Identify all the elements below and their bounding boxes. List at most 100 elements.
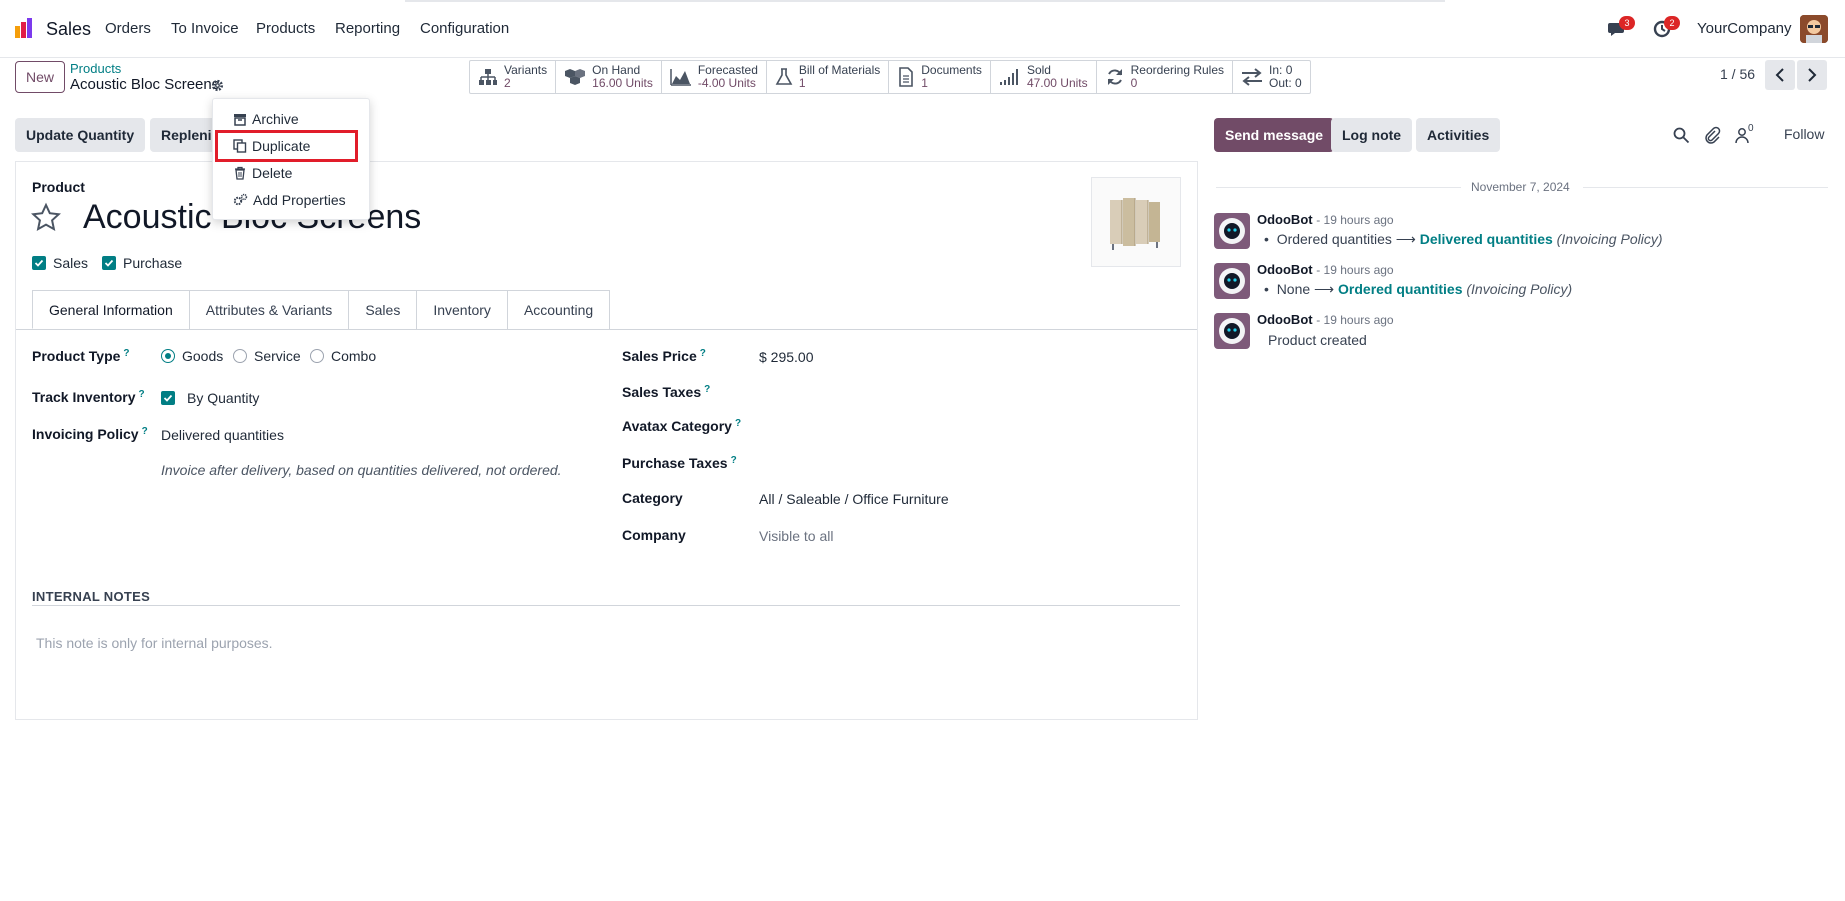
arrow-right-icon: ⟶ — [1395, 231, 1416, 247]
archive-menu-item[interactable]: Archive — [233, 111, 299, 127]
cubes-icon — [565, 69, 586, 85]
sales-price-field[interactable]: $ 295.00 — [759, 349, 814, 365]
paperclip-icon[interactable] — [1703, 126, 1721, 144]
product-image[interactable] — [1091, 177, 1181, 267]
forecasted-button[interactable]: Forecasted -4.00 Units — [662, 61, 767, 93]
favorite-star-icon[interactable] — [30, 202, 62, 234]
log-note-button[interactable]: Log note — [1331, 118, 1413, 152]
pager-next-button[interactable] — [1797, 60, 1827, 90]
menu-configuration[interactable]: Configuration — [420, 20, 509, 37]
delete-menu-item[interactable]: Delete — [233, 165, 292, 181]
check-icon — [163, 394, 173, 402]
variants-value: 2 — [504, 76, 511, 90]
pager-value[interactable]: 1 / 56 — [1720, 66, 1755, 82]
new-button[interactable]: New — [15, 61, 65, 93]
message-author[interactable]: OdooBot - 19 hours ago — [1257, 212, 1394, 227]
add-properties-menu-item[interactable]: Add Properties — [233, 192, 346, 208]
reordering-title: Reordering Rules — [1130, 63, 1225, 77]
signal-icon — [999, 69, 1018, 85]
notebook-tabs: General Information Attributes & Variant… — [32, 290, 611, 329]
on-hand-button[interactable]: On Hand 16.00 Units — [556, 61, 662, 93]
chevron-left-icon — [1775, 68, 1784, 82]
purchase-checkbox[interactable] — [102, 256, 116, 270]
tab-general-information[interactable]: General Information — [32, 290, 190, 329]
sales-checkbox-label[interactable]: Sales — [53, 255, 88, 271]
in-out-button[interactable]: In: 0 Out: 0 — [1233, 61, 1310, 93]
avatax-category-label: Avatax Category? — [622, 418, 742, 434]
product-type-service-label[interactable]: Service — [254, 348, 301, 364]
bom-value: 1 — [798, 76, 806, 90]
track-inventory-checkbox[interactable] — [161, 391, 175, 405]
forecasted-value: -4.00 Units — [697, 76, 756, 90]
bom-title: Bill of Materials — [798, 63, 881, 77]
odoobot-avatar[interactable] — [1214, 313, 1250, 349]
sales-taxes-label: Sales Taxes? — [622, 384, 711, 400]
tab-divider — [16, 329, 1197, 330]
product-type-combo-label[interactable]: Combo — [331, 348, 376, 364]
documents-button[interactable]: Documents 1 — [889, 61, 991, 93]
follow-button[interactable]: Follow — [1784, 126, 1824, 142]
purchase-checkbox-label[interactable]: Purchase — [123, 255, 182, 271]
breadcrumb-products[interactable]: Products — [70, 61, 121, 76]
duplicate-highlight-box — [215, 130, 358, 162]
replenish-button[interactable]: Repleni — [150, 118, 220, 152]
pager-previous-button[interactable] — [1765, 60, 1795, 90]
odoobot-avatar[interactable] — [1214, 213, 1250, 249]
send-message-button[interactable]: Send message — [1214, 118, 1335, 152]
check-icon — [104, 259, 114, 267]
sales-app-icon[interactable] — [14, 17, 36, 39]
invoicing-policy-field[interactable]: Delivered quantities — [161, 427, 284, 443]
tab-attributes-variants[interactable]: Attributes & Variants — [188, 290, 350, 329]
tab-accounting[interactable]: Accounting — [506, 290, 611, 329]
sales-checkbox[interactable] — [32, 256, 46, 270]
category-field[interactable]: All / Saleable / Office Furniture — [759, 491, 949, 507]
internal-notes-field[interactable]: This note is only for internal purposes. — [36, 635, 273, 651]
reordering-rules-button[interactable]: Reordering Rules 0 — [1097, 61, 1234, 93]
help-icon[interactable]: ? — [123, 348, 129, 359]
message-author[interactable]: OdooBot - 19 hours ago — [1257, 262, 1394, 277]
odoobot-avatar[interactable] — [1214, 263, 1250, 299]
archive-label: Archive — [252, 111, 299, 127]
tracking-change: • Ordered quantities ⟶ Delivered quantit… — [1264, 231, 1663, 247]
app-name[interactable]: Sales — [46, 19, 91, 40]
refresh-icon — [1107, 69, 1122, 85]
gear-icon[interactable] — [211, 79, 224, 92]
help-icon[interactable]: ? — [731, 455, 737, 466]
user-avatar[interactable] — [1800, 15, 1828, 43]
sold-button[interactable]: Sold 47.00 Units — [991, 61, 1097, 93]
trash-icon — [235, 166, 245, 180]
menu-products[interactable]: Products — [256, 20, 315, 37]
smart-buttons: Variants 2 On Hand 16.00 Units Forecasted -… — [469, 60, 1311, 94]
top-navbar: Sales Orders To Invoice Products Reporti… — [0, 0, 1845, 58]
bom-button[interactable]: Bill of Materials 1 — [767, 61, 890, 93]
product-type-goods-radio[interactable] — [161, 349, 175, 363]
track-inventory-mode[interactable]: By Quantity — [187, 390, 259, 406]
company-switcher[interactable]: YourCompany — [1697, 20, 1792, 37]
help-icon[interactable]: ? — [735, 418, 741, 429]
menu-orders[interactable]: Orders — [105, 20, 151, 37]
reordering-value: 0 — [1130, 76, 1138, 90]
documents-value: 1 — [921, 76, 928, 90]
help-icon[interactable]: ? — [139, 389, 145, 400]
help-icon[interactable]: ? — [704, 384, 710, 395]
product-type-goods-label[interactable]: Goods — [182, 348, 223, 364]
update-quantity-button[interactable]: Update Quantity — [15, 118, 146, 152]
tab-inventory[interactable]: Inventory — [416, 290, 508, 329]
company-field[interactable]: Visible to all — [759, 528, 833, 544]
product-type-combo-radio[interactable] — [310, 349, 324, 363]
message-author[interactable]: OdooBot - 19 hours ago — [1257, 312, 1394, 327]
date-separator-label: November 7, 2024 — [1471, 180, 1570, 194]
exchange-icon — [1242, 68, 1263, 86]
search-icon[interactable] — [1672, 126, 1690, 144]
variants-button[interactable]: Variants 2 — [470, 61, 557, 93]
menu-reporting[interactable]: Reporting — [335, 20, 400, 37]
archive-icon — [234, 113, 246, 126]
sold-value: 47.00 Units — [1026, 76, 1088, 90]
product-type-service-radio[interactable] — [233, 349, 247, 363]
tab-sales[interactable]: Sales — [348, 290, 418, 329]
activities-button[interactable]: Activities — [1416, 118, 1501, 152]
help-icon[interactable]: ? — [142, 426, 148, 437]
menu-to-invoice[interactable]: To Invoice — [171, 20, 239, 37]
add-properties-label: Add Properties — [253, 192, 346, 208]
help-icon[interactable]: ? — [700, 348, 706, 359]
